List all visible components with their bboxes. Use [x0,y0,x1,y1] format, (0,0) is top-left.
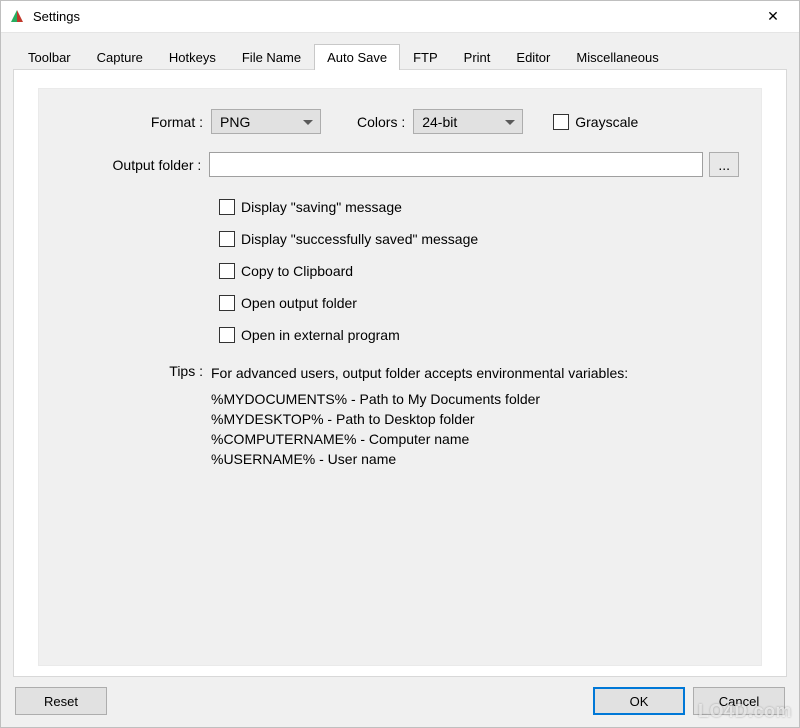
tab-print[interactable]: Print [451,44,504,70]
grayscale-label: Grayscale [575,114,638,130]
auto-save-groupbox: Format : PNG Colors : 24-bit [38,88,762,666]
tips-label: Tips : [61,363,211,379]
copy-clipboard-label: Copy to Clipboard [241,263,353,279]
reset-button[interactable]: Reset [15,687,107,715]
window-title: Settings [33,9,80,24]
tab-panel-auto-save: Format : PNG Colors : 24-bit [13,69,787,677]
tips-line: %USERNAME% - User name [211,449,628,469]
display-saving-checkbox[interactable] [219,199,235,215]
tips-line: %MYDESKTOP% - Path to Desktop folder [211,409,628,429]
tab-miscellaneous[interactable]: Miscellaneous [563,44,671,70]
dialog-footer: Reset OK Cancel [13,677,787,715]
tips-line: %MYDOCUMENTS% - Path to My Documents fol… [211,389,628,409]
tips-line: %COMPUTERNAME% - Computer name [211,429,628,449]
title-bar: Settings ✕ [1,1,799,33]
tab-file-name[interactable]: File Name [229,44,314,70]
open-external-label: Open in external program [241,327,400,343]
tab-strip: Toolbar Capture Hotkeys File Name Auto S… [15,43,787,69]
colors-label: Colors : [357,114,413,130]
grayscale-checkbox[interactable] [553,114,569,130]
format-label: Format : [61,114,211,130]
tab-capture[interactable]: Capture [84,44,156,70]
format-select[interactable]: PNG [211,109,321,134]
app-icon [9,9,25,25]
display-saving-label: Display "saving" message [241,199,402,215]
tab-editor[interactable]: Editor [503,44,563,70]
open-folder-label: Open output folder [241,295,357,311]
tips-body: For advanced users, output folder accept… [211,363,628,469]
cancel-button[interactable]: Cancel [693,687,785,715]
display-success-checkbox[interactable] [219,231,235,247]
colors-select[interactable]: 24-bit [413,109,523,134]
tips-intro: For advanced users, output folder accept… [211,363,628,383]
display-success-label: Display "successfully saved" message [241,231,478,247]
output-folder-input[interactable] [209,152,703,177]
tab-ftp[interactable]: FTP [400,44,451,70]
copy-clipboard-checkbox[interactable] [219,263,235,279]
client-area: Toolbar Capture Hotkeys File Name Auto S… [1,33,799,727]
ok-button[interactable]: OK [593,687,685,715]
settings-window: Settings ✕ Toolbar Capture Hotkeys File … [0,0,800,728]
output-folder-label: Output folder : [61,157,209,173]
tab-auto-save[interactable]: Auto Save [314,44,400,70]
open-external-checkbox[interactable] [219,327,235,343]
close-button[interactable]: ✕ [753,3,793,31]
browse-button[interactable]: ... [709,152,739,177]
tab-toolbar[interactable]: Toolbar [15,44,84,70]
close-icon: ✕ [767,8,779,25]
ellipsis-icon: ... [718,157,730,173]
tab-hotkeys[interactable]: Hotkeys [156,44,229,70]
open-folder-checkbox[interactable] [219,295,235,311]
